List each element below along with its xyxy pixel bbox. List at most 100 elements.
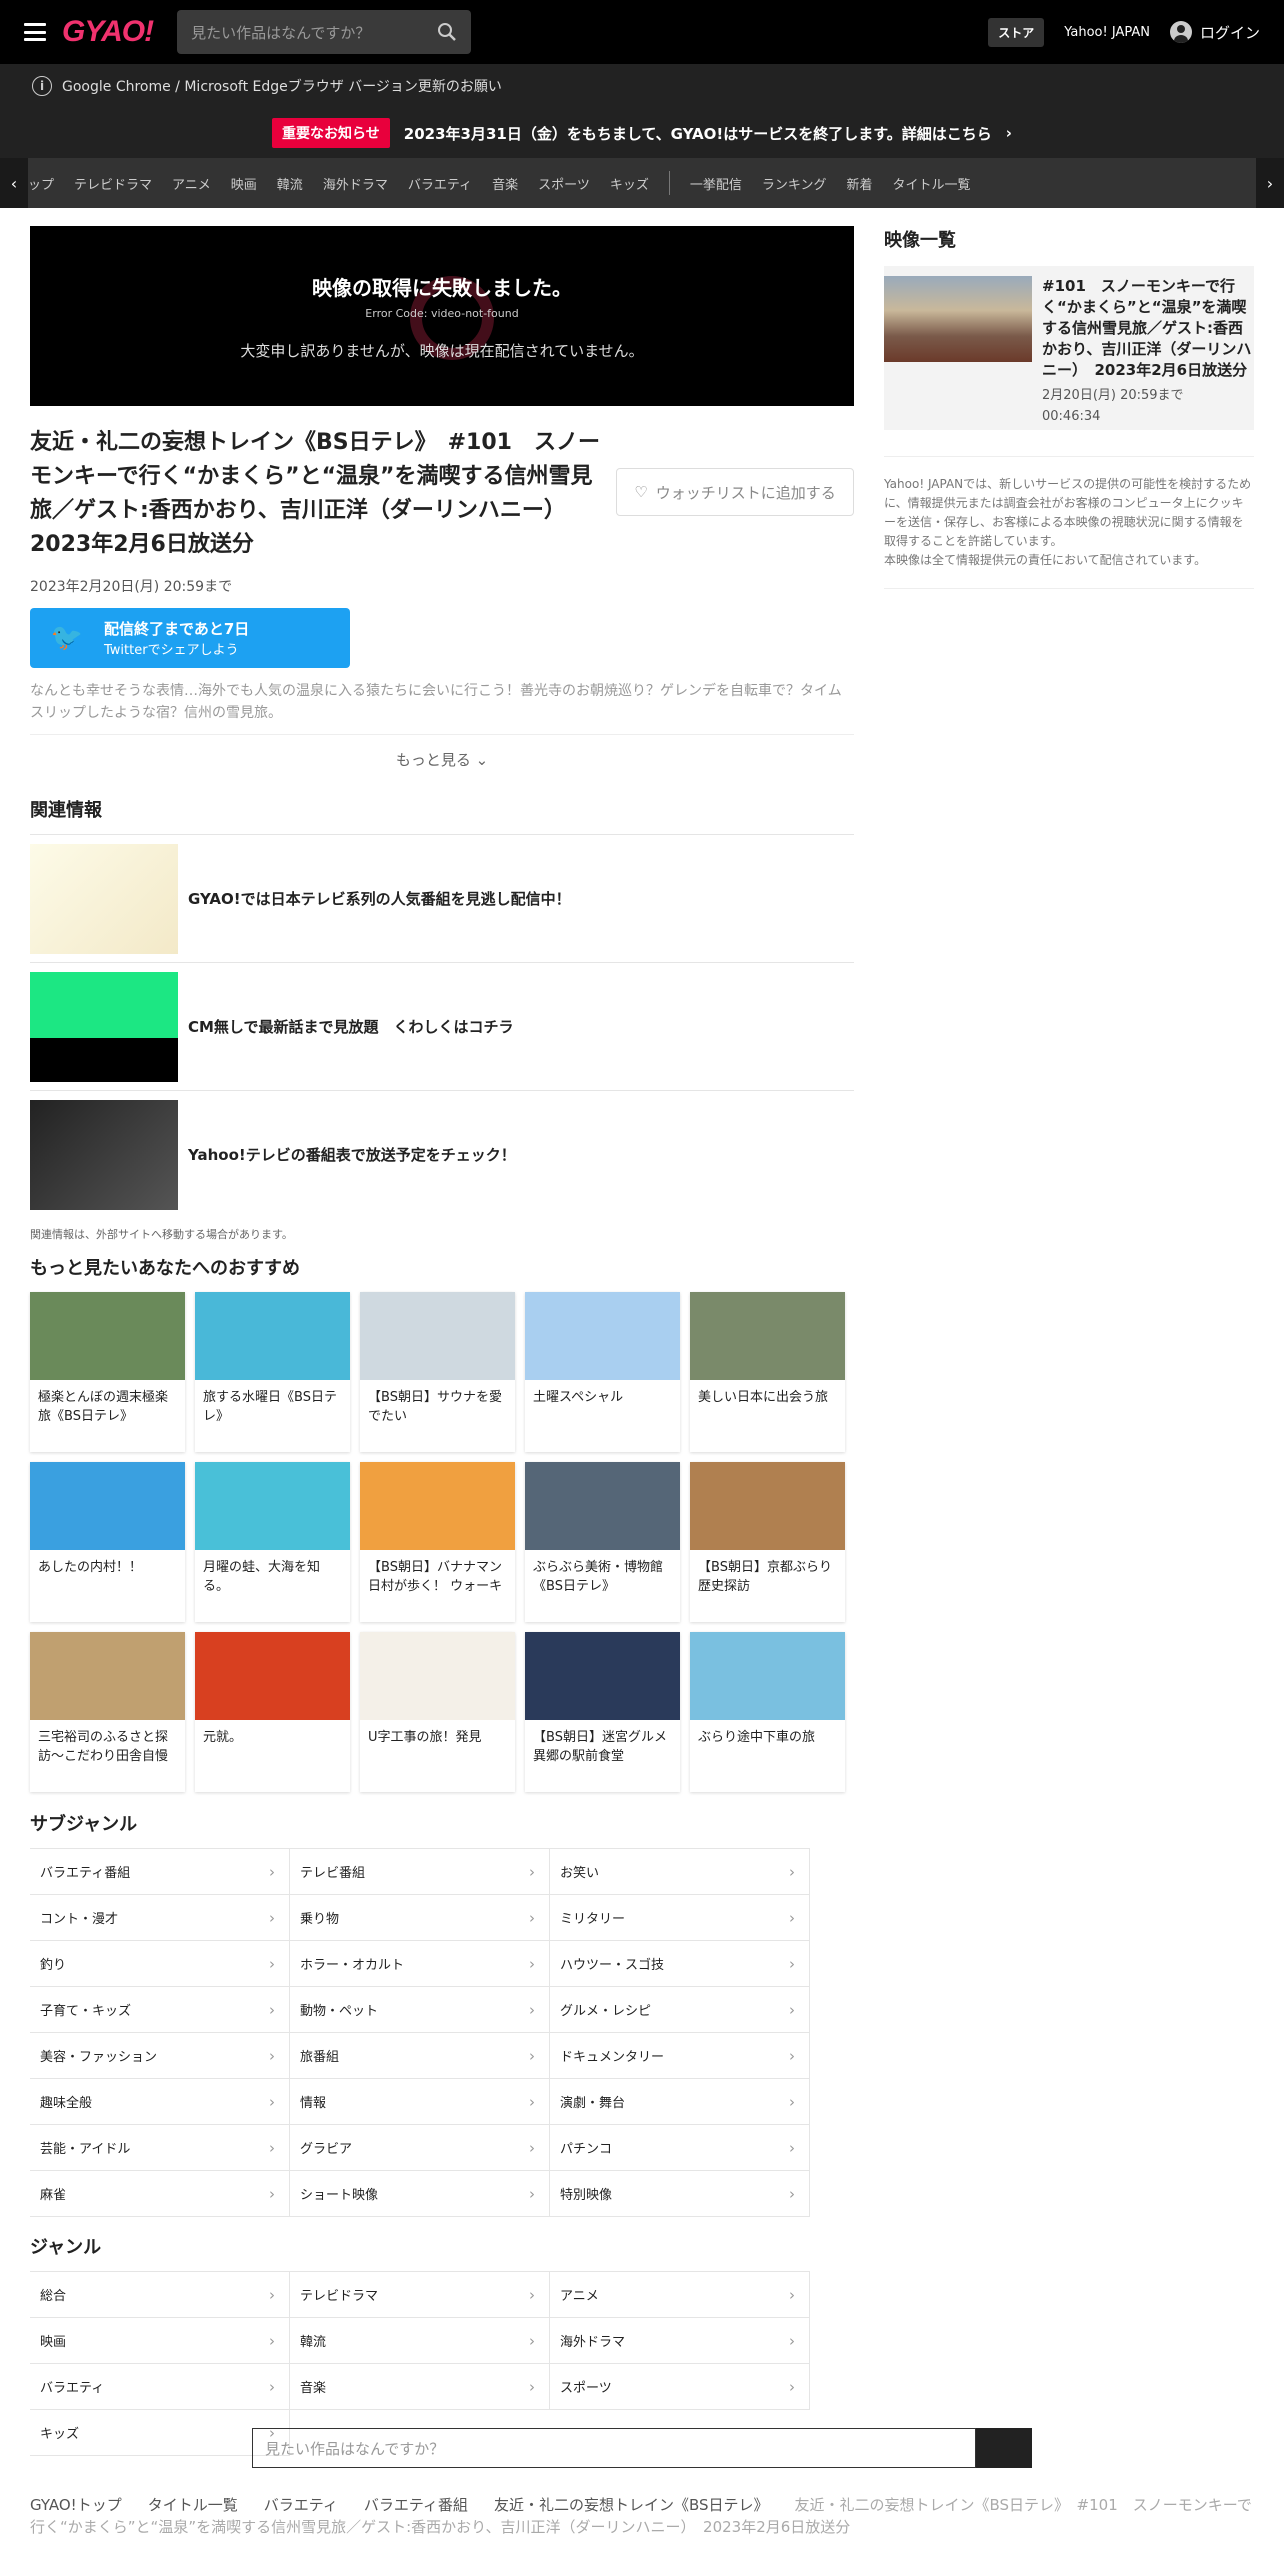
subgenre-item[interactable]: 乗り物 › xyxy=(290,1895,550,1941)
episode-list-duration: 00:46:34 xyxy=(1042,409,1101,424)
nav-item[interactable]: テレビドラマ xyxy=(74,174,152,193)
recommend-card[interactable]: ぶらり途中下車の旅 xyxy=(690,1632,845,1792)
important-notice[interactable]: 重要なお知らせ 2023年3月31日（金）をもちまして、GYAO!はサービスを終… xyxy=(0,108,1284,158)
nav-item[interactable]: スポーツ xyxy=(538,174,590,193)
subgenre-item[interactable]: 美容・ファッション › xyxy=(30,2033,290,2079)
nav-item[interactable]: 韓流 xyxy=(277,174,303,193)
subgenre-item[interactable]: ハウツー・スゴ技 › xyxy=(550,1941,810,1987)
recommend-card[interactable]: 旅する水曜日《BS日テレ》 xyxy=(195,1292,350,1452)
episode-list-item[interactable]: #101 スノーモンキーで行く“かまくら”と“温泉”を満喫する信州雪見旅／ゲスト… xyxy=(884,266,1254,430)
subgenre-item[interactable]: バラエティ番組 › xyxy=(30,1849,290,1895)
store-link[interactable]: ストア xyxy=(988,17,1045,47)
search-input[interactable]: 見たい作品はなんですか？ xyxy=(191,22,370,43)
breadcrumb-link[interactable]: バラエティ番組 xyxy=(364,2496,468,2514)
related-item[interactable]: GYAO!では日本テレビ系列の人気番組を見逃し配信中！ xyxy=(30,834,854,962)
search-box[interactable]: 見たい作品はなんですか？ xyxy=(177,10,472,54)
subgenre-item[interactable]: ショート映像 › xyxy=(290,2171,550,2217)
recommend-card[interactable]: ぶらぶら美術・博物館《BS日テレ》 xyxy=(525,1462,680,1622)
recommend-thumbnail xyxy=(690,1462,845,1550)
recommend-card[interactable]: 土曜スペシャル xyxy=(525,1292,680,1452)
twitter-share-button[interactable]: 🐦 配信終了まであと7日 Twitterでシェアしよう xyxy=(30,608,350,668)
subgenre-item[interactable]: 演劇・舞台 › xyxy=(550,2079,810,2125)
gyao-logo[interactable]: GYAO! xyxy=(62,15,154,49)
recommend-card[interactable]: 元就。 xyxy=(195,1632,350,1792)
recommend-card[interactable]: 【BS朝日】京都ぶらり歴史探訪 xyxy=(690,1462,845,1622)
recommend-card[interactable]: 三宅裕司のふるさと探訪～こだわり田舎自慢 xyxy=(30,1632,185,1792)
menu-icon[interactable] xyxy=(24,23,46,41)
recommend-card[interactable]: U字工事の旅！発見 xyxy=(360,1632,515,1792)
subgenre-item[interactable]: グルメ・レシピ › xyxy=(550,1987,810,2033)
add-watchlist-button[interactable]: ♡ ウォッチリストに追加する xyxy=(616,468,854,516)
breadcrumb-link[interactable]: 友近・礼二の妄想トレイン《BS日テレ》 xyxy=(494,2496,769,2514)
nav-next-button[interactable]: › xyxy=(1256,158,1284,208)
video-player[interactable]: 映像の取得に失敗しました。 Error Code: video-not-foun… xyxy=(30,226,854,406)
subgenre-item[interactable]: グラビア › xyxy=(290,2125,550,2171)
recommend-title: 元就。 xyxy=(203,1730,243,1745)
nav-prev-button[interactable]: ‹ xyxy=(0,158,28,208)
chevron-right-icon: › xyxy=(269,1862,275,1881)
breadcrumb-link[interactable]: GYAO!トップ xyxy=(30,2496,122,2514)
subgenre-item[interactable]: 芸能・アイドル › xyxy=(30,2125,290,2171)
subgenre-item[interactable]: お笑い › xyxy=(550,1849,810,1895)
recommend-thumbnail xyxy=(690,1632,845,1720)
subgenre-item-label: 麻雀 xyxy=(40,2188,67,2203)
recommend-card[interactable]: 【BS朝日】迷宮グルメ異郷の駅前食堂 xyxy=(525,1632,680,1792)
show-more-button[interactable]: もっと見る ⌄ xyxy=(30,734,854,784)
search-icon[interactable] xyxy=(437,22,457,42)
recommend-card[interactable]: あしたの内村！！ xyxy=(30,1462,185,1622)
footer-search-input[interactable]: 見たい作品はなんですか？ xyxy=(252,2428,976,2468)
subgenre-item[interactable]: 釣り › xyxy=(30,1941,290,1987)
genre-item[interactable]: バラエティ › xyxy=(30,2364,290,2410)
subgenre-item[interactable]: 特別映像 › xyxy=(550,2171,810,2217)
subgenre-item[interactable]: パチンコ › xyxy=(550,2125,810,2171)
related-item[interactable]: CM無しで最新話まで見放題 くわしくはコチラ xyxy=(30,962,854,1090)
recommend-card[interactable]: 美しい日本に出会う旅 xyxy=(690,1292,845,1452)
subgenre-item[interactable]: テレビ番組 › xyxy=(290,1849,550,1895)
nav-item[interactable]: ランキング xyxy=(762,174,827,193)
subgenre-item[interactable]: 麻雀 › xyxy=(30,2171,290,2217)
breadcrumb-link[interactable]: バラエティ xyxy=(264,2496,338,2514)
nav-item[interactable]: バラエティ xyxy=(408,174,472,193)
subgenre-item[interactable]: 子育て・キッズ › xyxy=(30,1987,290,2033)
footer-search-button[interactable] xyxy=(976,2428,1032,2468)
genre-item[interactable]: 海外ドラマ › xyxy=(550,2318,810,2364)
subgenre-item[interactable]: 情報 › xyxy=(290,2079,550,2125)
nav-item[interactable]: 一挙配信 xyxy=(690,174,742,193)
subgenre-item[interactable]: ドキュメンタリー › xyxy=(550,2033,810,2079)
subgenre-item-label: ハウツー・スゴ技 xyxy=(560,1958,665,1973)
breadcrumb-link[interactable]: タイトル一覧 xyxy=(148,2496,238,2514)
recommend-card[interactable]: 極楽とんぼの週末極楽旅《BS日テレ》 xyxy=(30,1292,185,1452)
nav-item[interactable]: タイトル一覧 xyxy=(893,174,971,193)
nav-item[interactable]: 音楽 xyxy=(492,174,518,193)
nav-item[interactable]: 映画 xyxy=(231,174,257,193)
recommend-card[interactable]: 月曜の蛙、大海を知る。 xyxy=(195,1462,350,1622)
genre-item-label: テレビドラマ xyxy=(300,2289,379,2304)
login-button[interactable]: ログイン xyxy=(1169,21,1260,43)
genre-item[interactable]: キッズ › xyxy=(30,2410,290,2456)
subgenre-item[interactable]: 旅番組 › xyxy=(290,2033,550,2079)
subgenre-item[interactable]: 趣味全般 › xyxy=(30,2079,290,2125)
genre-item[interactable]: 韓流 › xyxy=(290,2318,550,2364)
nav-item[interactable]: 海外ドラマ xyxy=(323,174,388,193)
nav-item[interactable]: ップ xyxy=(28,174,54,193)
subgenre-item[interactable]: ホラー・オカルト › xyxy=(290,1941,550,1987)
subgenre-item[interactable]: 動物・ペット › xyxy=(290,1987,550,2033)
recommend-thumbnail xyxy=(360,1632,515,1720)
nav-item[interactable]: アニメ xyxy=(172,174,211,193)
subgenre-item[interactable]: コント・漫才 › xyxy=(30,1895,290,1941)
browser-update-notice[interactable]: i Google Chrome / Microsoft Edgeブラウザ バージ… xyxy=(0,64,1284,108)
genre-item[interactable]: テレビドラマ › xyxy=(290,2272,550,2318)
yahoo-link[interactable]: Yahoo! JAPAN xyxy=(1064,25,1150,40)
recommend-card[interactable]: 【BS朝日】サウナを愛でたい xyxy=(360,1292,515,1452)
recommend-card[interactable]: 【BS朝日】バナナマン日村が歩く！ ウォーキ xyxy=(360,1462,515,1622)
genre-item[interactable]: 音楽 › xyxy=(290,2364,550,2410)
breadcrumb: GYAO!トップ タイトル一覧 バラエティ バラエティ番組 友近・礼二の妄想トレイン《B… xyxy=(30,2494,1254,2538)
nav-item[interactable]: キッズ xyxy=(610,174,649,193)
subgenre-item[interactable]: ミリタリー › xyxy=(550,1895,810,1941)
genre-item[interactable]: 総合 › xyxy=(30,2272,290,2318)
genre-item[interactable]: スポーツ › xyxy=(550,2364,810,2410)
nav-item[interactable]: 新着 xyxy=(846,174,872,193)
genre-item[interactable]: 映画 › xyxy=(30,2318,290,2364)
genre-item[interactable]: アニメ › xyxy=(550,2272,810,2318)
related-item[interactable]: Yahoo!テレビの番組表で放送予定をチェック！ xyxy=(30,1090,854,1218)
